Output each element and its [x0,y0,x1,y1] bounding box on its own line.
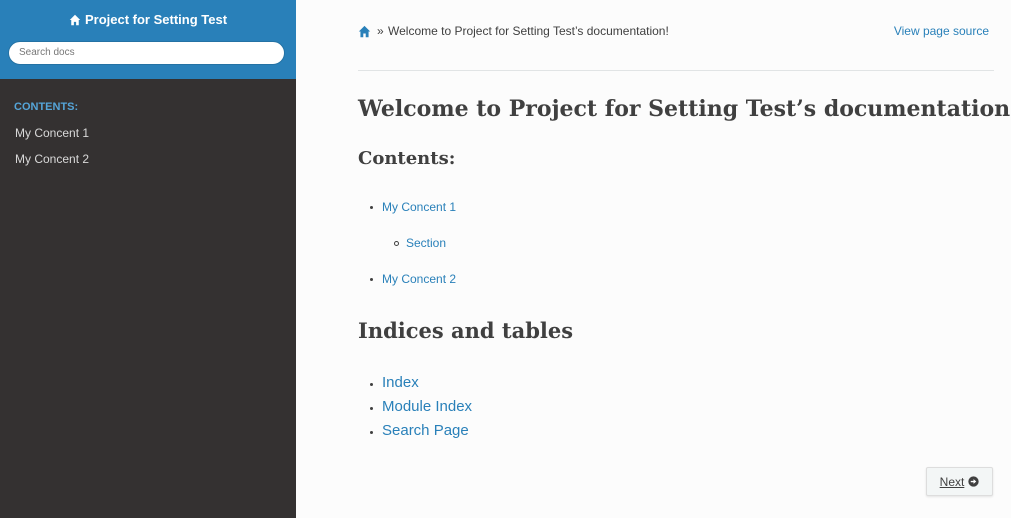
toc-link-section[interactable]: Section [406,236,446,250]
page-title: Welcome to Project for Setting Test’s do… [358,96,1011,122]
header-divider [358,70,994,71]
arrow-circle-right-icon [968,476,979,487]
index-item: Index [370,374,419,391]
project-home-link[interactable]: Project for Setting Test [69,12,227,27]
indices-heading: Indices and tables [358,318,574,343]
bullet [370,383,373,386]
view-page-source-link[interactable]: View page source [894,24,989,38]
toc-subitem: Section [394,236,446,250]
next-button[interactable]: Next [926,467,993,496]
toc-link-my-concent-1[interactable]: My Concent 1 [382,200,456,214]
module-index-link[interactable]: Module Index [382,398,472,415]
sidebar-item-my-concent-1[interactable]: My Concent 1 [15,126,296,140]
toc-caption: CONTENTS: [14,101,79,113]
home-icon [69,14,81,25]
contents-heading: Contents: [358,148,456,169]
project-title: Project for Setting Test [84,12,228,27]
home-icon[interactable] [358,25,371,38]
bullet [370,206,373,209]
search-page-link[interactable]: Search Page [382,422,469,439]
index-item: Search Page [370,422,469,439]
breadcrumb-current: Welcome to Project for Setting Test’s do… [388,24,669,38]
bullet [394,241,399,246]
next-label: Next [939,474,965,489]
bullet [370,431,373,434]
sidebar-header: Project for Setting Test [0,0,296,79]
bullet [370,407,373,410]
index-link[interactable]: Index [382,374,419,391]
toc-item: My Concent 1 [370,200,456,214]
breadcrumb-separator: » [377,24,384,38]
sidebar-item-my-concent-2[interactable]: My Concent 2 [15,152,296,166]
toc-item: My Concent 2 [370,272,456,286]
index-item: Module Index [370,398,472,415]
sidebar: Project for Setting Test CONTENTS: My Co… [0,0,296,518]
search-input[interactable] [8,40,285,65]
breadcrumb: » Welcome to Project for Setting Test’s … [358,24,994,40]
bullet [370,278,373,281]
toc-link-my-concent-2[interactable]: My Concent 2 [382,272,456,286]
